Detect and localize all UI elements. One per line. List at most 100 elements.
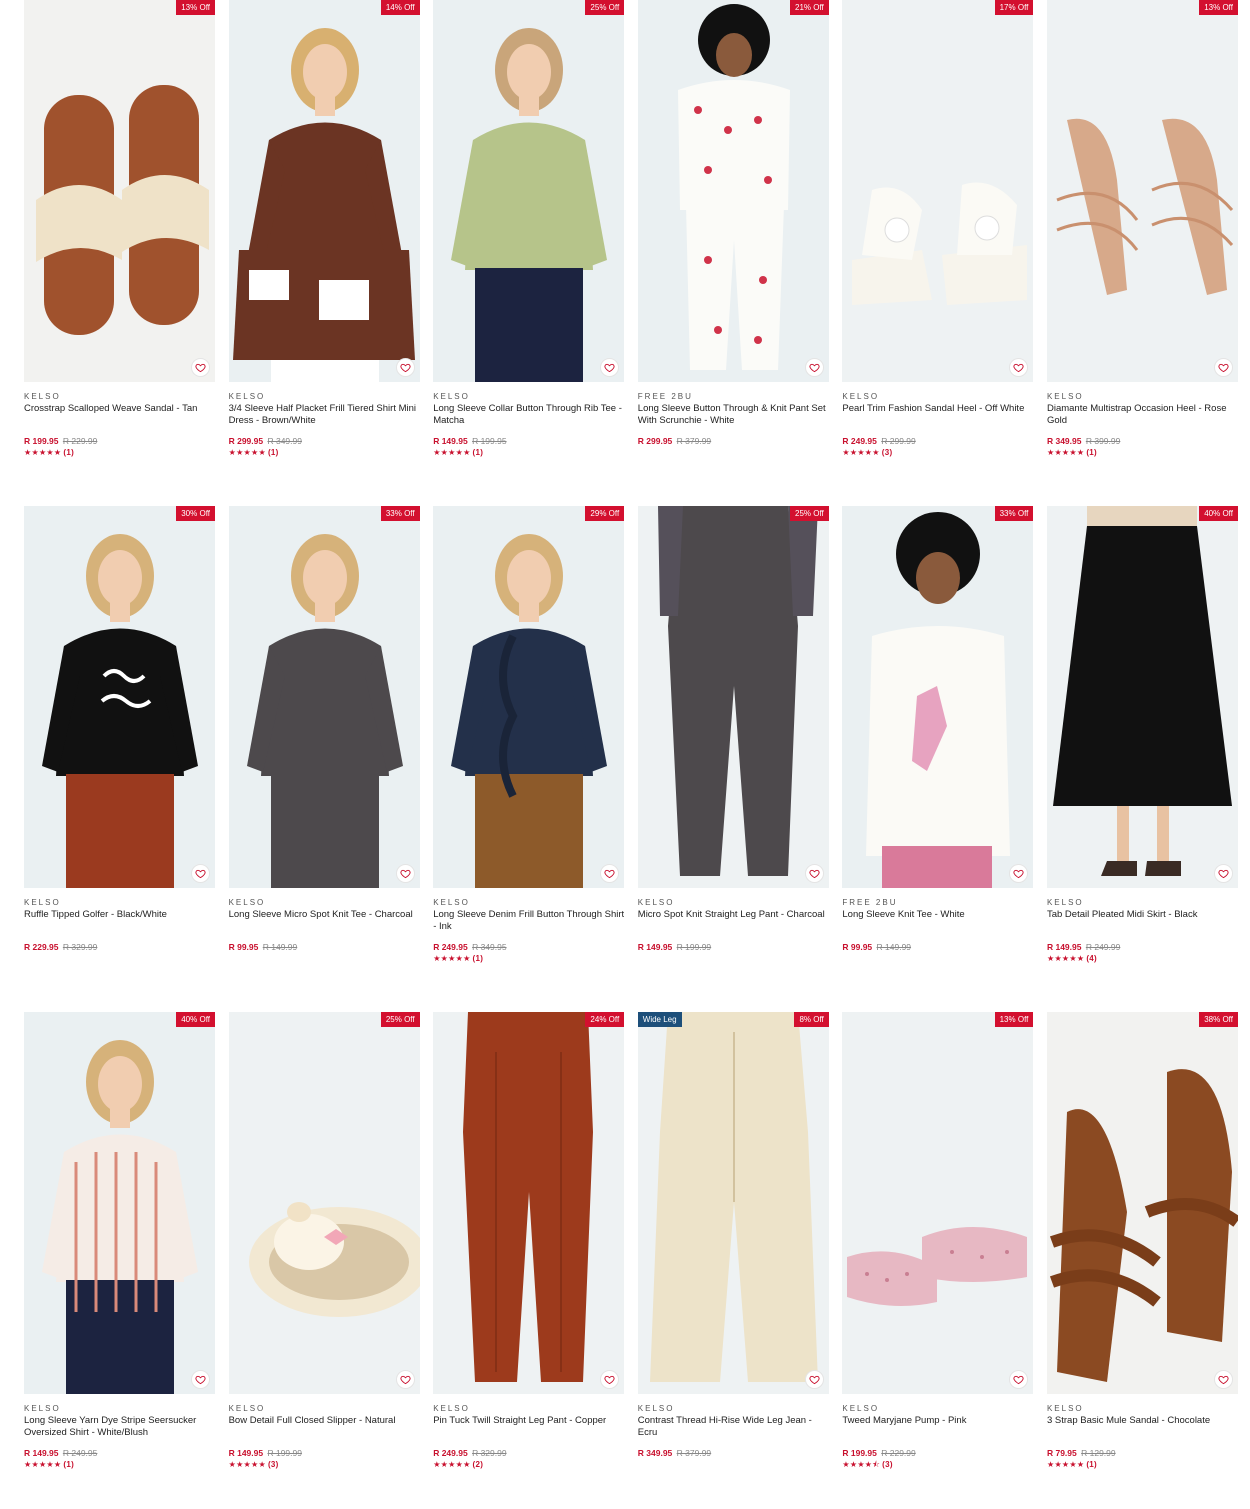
discount-badge: 40% Off — [1199, 506, 1238, 521]
product-card[interactable]: 25% Off KELSO Long Sleeve Collar Button … — [433, 0, 625, 506]
product-photo — [24, 0, 215, 382]
product-brand: FREE 2BU — [842, 898, 898, 907]
product-prices: R 99.95 R 149.99 — [229, 942, 420, 953]
product-rating: ★★★★★ (4) — [1047, 953, 1238, 964]
product-title[interactable]: Diamante Multistrap Occasion Heel - Rose… — [1047, 403, 1238, 426]
product-title[interactable]: Long Sleeve Knit Tee - White — [842, 909, 1033, 932]
product-photo — [637, 0, 829, 382]
discount-badge: 21% Off — [790, 0, 829, 15]
product-card[interactable]: 13% Off KELSO Tweed Maryjane Pump - Pink… — [842, 1012, 1034, 1509]
product-image[interactable]: 40% Off — [1046, 506, 1238, 888]
product-image[interactable]: 17% Off — [842, 0, 1034, 382]
product-title[interactable]: Crosstrap Scalloped Weave Sandal - Tan — [24, 403, 215, 426]
product-image[interactable]: 33% Off — [842, 506, 1034, 888]
product-image[interactable]: 25% Off — [433, 0, 625, 382]
product-card[interactable]: 13% Off KELSO Crosstrap Scalloped Weave … — [24, 0, 215, 506]
product-title[interactable]: 3 Strap Basic Mule Sandal - Chocolate — [1047, 1415, 1238, 1438]
wishlist-button[interactable] — [191, 864, 210, 883]
product-card[interactable]: 29% Off KELSO Long Sleeve Denim Frill Bu… — [433, 506, 625, 1012]
wishlist-button[interactable] — [191, 1370, 210, 1389]
heart-outline-icon — [195, 869, 206, 879]
product-title[interactable]: Ruffle Tipped Golfer - Black/White — [24, 909, 215, 932]
product-card[interactable]: 24% Off KELSO Pin Tuck Twill Straight Le… — [433, 1012, 625, 1509]
product-title[interactable]: Bow Detail Full Closed Slipper - Natural — [229, 1415, 420, 1438]
product-photo — [1046, 1012, 1238, 1394]
product-image[interactable]: Wide Leg 8% Off — [637, 1012, 829, 1394]
product-image[interactable]: 40% Off — [24, 1012, 215, 1394]
heart-outline-icon — [604, 363, 615, 373]
product-image[interactable]: 24% Off — [433, 1012, 625, 1394]
product-title[interactable]: Micro Spot Knit Straight Leg Pant - Char… — [638, 909, 829, 932]
star-icon: ★★★★★ — [433, 448, 471, 457]
review-count: (1) — [1086, 1460, 1098, 1469]
product-card[interactable]: 25% Off KELSO Bow Detail Full Closed Sli… — [228, 1012, 420, 1509]
product-image[interactable]: 33% Off — [228, 506, 420, 888]
product-title[interactable]: Long Sleeve Denim Frill Button Through S… — [433, 909, 624, 932]
product-prices: R 99.95 R 149.99 — [842, 942, 1033, 953]
product-image[interactable]: 13% Off — [24, 0, 215, 382]
product-title[interactable]: Pin Tuck Twill Straight Leg Pant - Coppe… — [433, 1415, 624, 1438]
wishlist-button[interactable] — [1213, 864, 1233, 883]
wishlist-button[interactable] — [804, 864, 824, 883]
current-price: R 149.95 — [24, 1448, 59, 1458]
current-price: R 199.95 — [24, 436, 59, 446]
product-card[interactable]: Wide Leg 8% Off KELSO Contrast Thread Hi… — [637, 1012, 829, 1509]
product-image[interactable]: 38% Off — [1046, 1012, 1238, 1394]
original-price: R 199.99 — [267, 1448, 302, 1458]
product-card[interactable]: 33% Off KELSO Long Sleeve Micro Spot Kni… — [228, 506, 420, 1012]
product-card[interactable]: 21% Off FREE 2BU Long Sleeve Button Thro… — [637, 0, 829, 506]
product-image[interactable]: 25% Off — [637, 506, 829, 888]
current-price: R 149.95 — [1046, 942, 1082, 952]
product-image[interactable]: 13% Off — [1046, 0, 1238, 382]
product-image[interactable]: 29% Off — [433, 506, 625, 888]
wishlist-button[interactable] — [804, 358, 824, 377]
wishlist-button[interactable] — [1213, 358, 1233, 377]
product-rating: ★★★★★ (3) — [842, 447, 1033, 458]
discount-badge: 33% Off — [994, 506, 1034, 521]
current-price: R 299.95 — [637, 436, 673, 446]
product-title[interactable]: Tab Detail Pleated Midi Skirt - Black — [1047, 909, 1238, 932]
product-card[interactable]: 25% Off KELSO Micro Spot Knit Straight L… — [637, 506, 829, 1012]
product-image[interactable]: 13% Off — [842, 1012, 1034, 1394]
product-title[interactable]: Pearl Trim Fashion Sandal Heel - Off Whi… — [842, 403, 1033, 426]
discount-badge: 13% Off — [1199, 0, 1238, 15]
product-photo — [1046, 0, 1238, 382]
wishlist-button[interactable] — [395, 864, 415, 883]
current-price: R 149.95 — [637, 942, 673, 952]
product-photo — [637, 1012, 829, 1394]
product-card[interactable]: 40% Off KELSO Long Sleeve Yarn Dye Strip… — [24, 1012, 215, 1509]
product-image[interactable]: 14% Off — [228, 0, 420, 382]
product-card[interactable]: 14% Off KELSO 3/4 Sleeve Half Placket Fr… — [228, 0, 420, 506]
product-photo — [24, 1012, 215, 1394]
product-title[interactable]: Long Sleeve Collar Button Through Rib Te… — [433, 403, 624, 426]
discount-badge: 25% Off — [380, 1012, 420, 1027]
original-price: R 199.99 — [676, 942, 712, 952]
product-brand: KELSO — [24, 392, 61, 401]
wishlist-button[interactable] — [191, 358, 210, 377]
product-rating: ★★★★★ (1) — [433, 953, 624, 964]
product-title[interactable]: Contrast Thread Hi-Rise Wide Leg Jean - … — [638, 1415, 829, 1438]
product-title[interactable]: Tweed Maryjane Pump - Pink — [842, 1415, 1033, 1438]
product-title[interactable]: Long Sleeve Micro Spot Knit Tee - Charco… — [229, 909, 420, 932]
wishlist-button[interactable] — [395, 1370, 415, 1389]
product-image[interactable]: 21% Off — [637, 0, 829, 382]
review-count: (1) — [472, 954, 484, 963]
product-card[interactable]: 40% Off KELSO Tab Detail Pleated Midi Sk… — [1046, 506, 1238, 1012]
heart-outline-icon — [809, 1375, 820, 1385]
wishlist-button[interactable] — [395, 358, 415, 377]
product-brand: KELSO — [1046, 1404, 1084, 1413]
product-title[interactable]: 3/4 Sleeve Half Placket Frill Tiered Shi… — [229, 403, 420, 426]
product-card[interactable]: 33% Off FREE 2BU Long Sleeve Knit Tee - … — [842, 506, 1034, 1012]
original-price: R 149.99 — [262, 942, 298, 952]
product-image[interactable]: 30% Off — [24, 506, 215, 888]
product-title[interactable]: Long Sleeve Button Through & Knit Pant S… — [638, 403, 829, 426]
product-brand: KELSO — [24, 1404, 61, 1413]
product-card[interactable]: 13% Off KELSO Diamante Multistrap Occasi… — [1046, 0, 1238, 506]
product-image[interactable]: 25% Off — [228, 1012, 420, 1394]
product-title[interactable]: Long Sleeve Yarn Dye Stripe Seersucker O… — [24, 1415, 215, 1438]
wishlist-button[interactable] — [1213, 1370, 1233, 1389]
product-card[interactable]: 30% Off KELSO Ruffle Tipped Golfer - Bla… — [24, 506, 215, 1012]
wishlist-button[interactable] — [804, 1370, 824, 1389]
product-card[interactable]: 17% Off KELSO Pearl Trim Fashion Sandal … — [842, 0, 1034, 506]
product-card[interactable]: 38% Off KELSO 3 Strap Basic Mule Sandal … — [1046, 1012, 1238, 1509]
